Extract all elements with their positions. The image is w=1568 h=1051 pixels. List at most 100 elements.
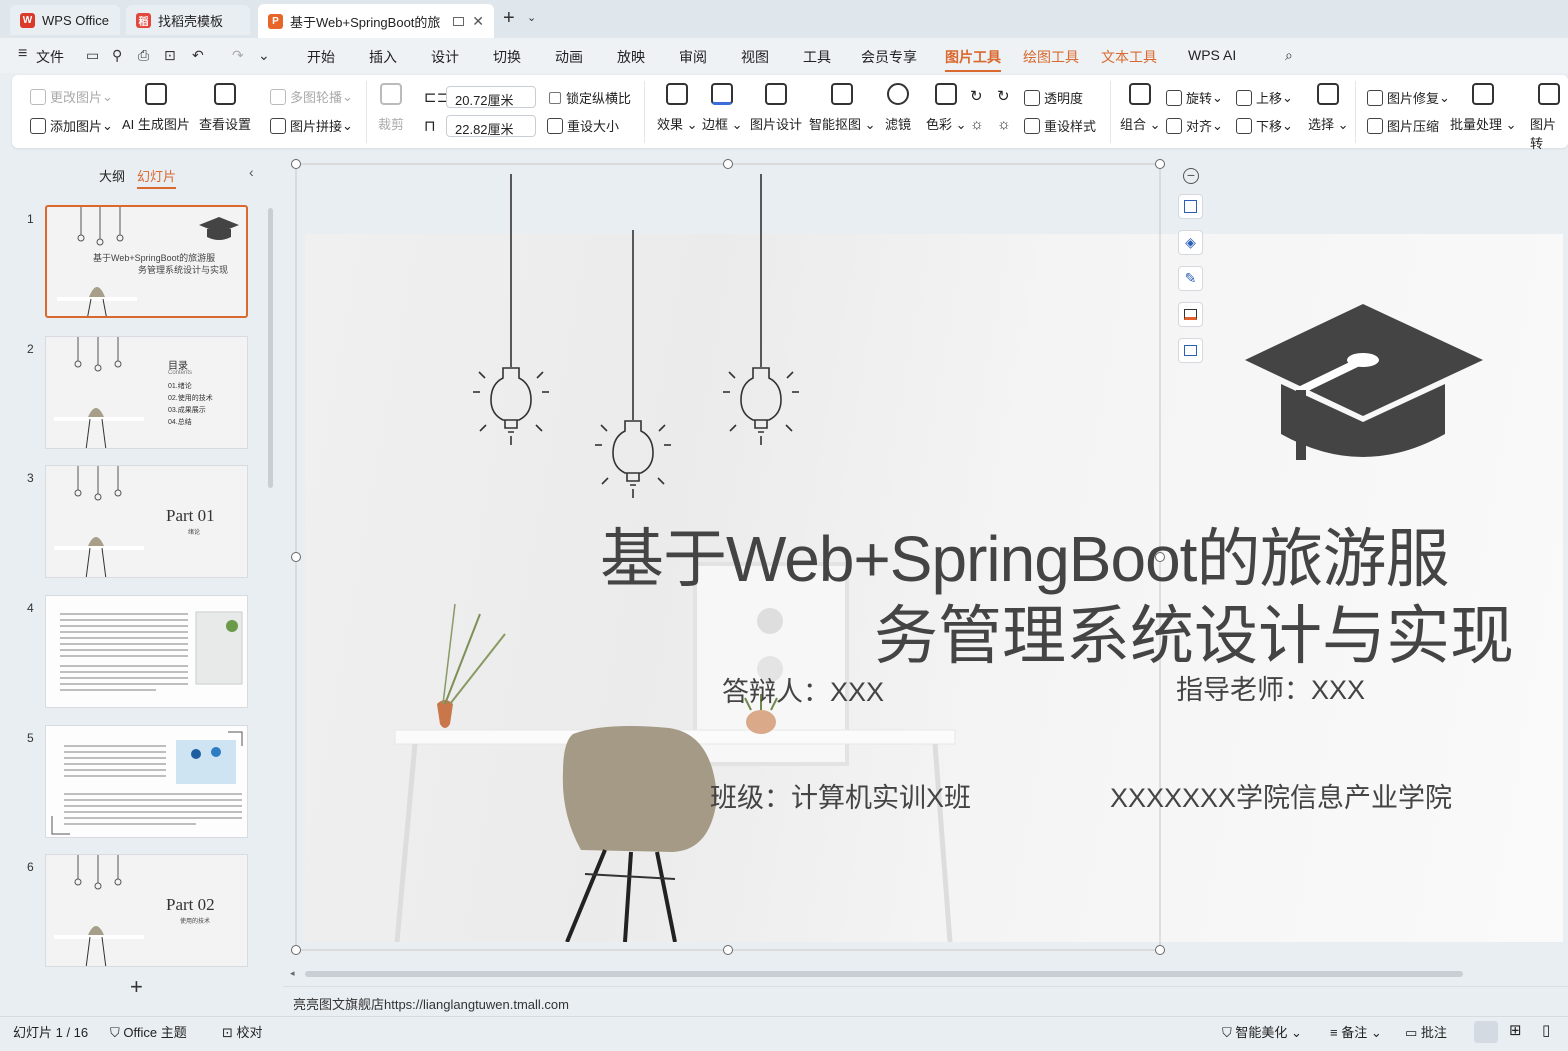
menu-item-5[interactable]: 放映 xyxy=(617,47,645,67)
zoom-out-icon[interactable]: − xyxy=(1183,168,1199,184)
more-chevron-icon[interactable]: ⌄ xyxy=(258,47,270,64)
smart-beautify-button[interactable]: ⛉ 智能美化 ⌄ xyxy=(1222,1022,1302,1041)
print-preview-icon[interactable]: ⊡ xyxy=(164,47,176,64)
view-settings-button[interactable]: 查看设置 xyxy=(199,83,251,133)
slide-thumbnail-5[interactable] xyxy=(45,725,248,838)
slide-thumbnail-1[interactable]: 基于Web+SpringBoot的旅游服 务管理系统设计与实现 xyxy=(45,205,248,318)
window-icon[interactable] xyxy=(453,16,464,26)
search-icon[interactable]: ⌕ xyxy=(1285,47,1293,64)
rotate-button[interactable]: 旋转 ⌄ xyxy=(1166,88,1223,107)
stitch-button[interactable]: 图片拼接 ⌄ xyxy=(270,116,353,135)
print-icon[interactable]: ⎙ xyxy=(138,47,149,64)
resize-handle[interactable] xyxy=(291,159,301,169)
resize-handle[interactable] xyxy=(1155,945,1165,955)
crop-button[interactable]: 裁剪 xyxy=(378,83,404,133)
menu-item-11[interactable]: 绘图工具 xyxy=(1023,47,1079,67)
menu-item-8[interactable]: 工具 xyxy=(803,47,831,67)
slide-thumbnail-4[interactable] xyxy=(45,595,248,708)
reset-style-button[interactable]: 重设样式 xyxy=(1024,116,1096,135)
menu-item-1[interactable]: 插入 xyxy=(369,47,397,67)
picture-compress-button[interactable]: 图片压缩 xyxy=(1367,116,1439,135)
menu-item-2[interactable]: 设计 xyxy=(431,47,459,67)
filter-button[interactable]: 滤镜 xyxy=(885,83,911,133)
contrast-up-icon[interactable]: ↻ xyxy=(997,87,1010,105)
smart-cutout-button[interactable]: 智能抠图 ⌄ xyxy=(809,83,876,133)
tab-current-document[interactable]: P 基于Web+SpringBoot的旅游 ✕ xyxy=(258,4,494,38)
menu-file[interactable]: 文件 xyxy=(36,47,64,67)
notes-area[interactable]: 亮亮图文旗舰店https://lianglangtuwen.tmall.com xyxy=(283,986,1568,1016)
collapse-panel-icon[interactable]: ‹ xyxy=(249,164,254,180)
horizontal-scrollbar[interactable] xyxy=(305,971,1463,977)
frame-float-button[interactable] xyxy=(1178,338,1203,363)
crop-float-button[interactable] xyxy=(1178,194,1203,219)
grid-view-icon[interactable]: ⊞ xyxy=(1509,1021,1522,1039)
tab-slides[interactable]: 幻灯片 xyxy=(137,166,177,189)
menu-item-0[interactable]: 开始 xyxy=(307,47,335,67)
presenter-text[interactable]: 答辩人：XXX xyxy=(722,670,884,709)
normal-view-icon[interactable] xyxy=(1474,1021,1498,1043)
menu-item-13[interactable]: WPS AI xyxy=(1188,47,1236,63)
resize-handle[interactable] xyxy=(291,552,301,562)
reset-size-button[interactable]: 重设大小 xyxy=(547,116,619,135)
menu-item-12[interactable]: 文本工具 xyxy=(1101,47,1157,67)
menu-item-3[interactable]: 切换 xyxy=(493,47,521,67)
group-button[interactable]: 组合 ⌄ xyxy=(1120,83,1161,133)
share-icon[interactable]: ⚲ xyxy=(112,47,122,64)
transparency-button[interactable]: 透明度 xyxy=(1024,88,1083,107)
notes-button[interactable]: ≡ 备注 ⌄ xyxy=(1330,1022,1382,1041)
save-icon[interactable]: ▭ xyxy=(86,47,99,64)
resize-handle[interactable] xyxy=(1155,159,1165,169)
slide-thumbnail-2[interactable]: 目录 Contents 01.绪论 02.使用的技术 03.成果展示 04.总结 xyxy=(45,336,248,449)
effects-button[interactable]: 效果 ⌄ xyxy=(657,83,698,133)
menu-item-6[interactable]: 审阅 xyxy=(679,47,707,67)
layers-float-button[interactable]: ◈ xyxy=(1178,230,1203,255)
brightness-up-icon[interactable]: ↻ xyxy=(970,87,983,105)
menu-item-10[interactable]: 图片工具 xyxy=(945,47,1001,72)
close-tab-icon[interactable]: ✕ xyxy=(472,13,484,30)
ai-generate-button[interactable]: AI 生成图片 xyxy=(122,83,190,133)
redo-icon[interactable]: ↷ xyxy=(232,47,244,64)
contrast-down-icon[interactable]: ☼ xyxy=(997,116,1011,133)
picture-design-button[interactable]: 图片设计 xyxy=(750,83,802,133)
picture-convert-button[interactable]: 图片转 xyxy=(1530,83,1568,152)
select-button[interactable]: 选择 ⌄ xyxy=(1308,83,1349,133)
undo-icon[interactable]: ↶ xyxy=(192,47,204,64)
bring-up-button[interactable]: 上移 ⌄ xyxy=(1236,88,1293,107)
panel-scrollbar[interactable] xyxy=(268,208,273,488)
batch-process-button[interactable]: 批量处理 ⌄ xyxy=(1450,83,1517,133)
height-input[interactable]: 22.82厘米 xyxy=(446,115,536,137)
add-picture-button[interactable]: 添加图片 ⌄ xyxy=(30,116,113,135)
proofread-button[interactable]: ⊡ 校对 xyxy=(222,1022,263,1041)
add-slide-icon[interactable]: + xyxy=(130,974,143,1000)
width-input[interactable]: 20.72厘米 xyxy=(446,86,536,108)
resize-handle[interactable] xyxy=(291,945,301,955)
tab-wps-office[interactable]: W WPS Office xyxy=(10,5,120,35)
menu-item-4[interactable]: 动画 xyxy=(555,47,583,67)
scroll-left-icon[interactable]: ◂ xyxy=(290,968,295,979)
brush-float-button[interactable]: ✎ xyxy=(1178,266,1203,291)
change-picture-button[interactable]: 更改图片 ⌄ xyxy=(30,87,113,106)
notes-text[interactable]: 亮亮图文旗舰店https://lianglangtuwen.tmall.com xyxy=(293,994,569,1013)
class-text[interactable]: 班级：计算机实训X班 xyxy=(710,776,971,815)
picture-repair-button[interactable]: 图片修复 ⌄ xyxy=(1367,88,1450,107)
new-tab-icon[interactable]: + xyxy=(503,7,515,30)
align-button[interactable]: 对齐 ⌄ xyxy=(1166,116,1223,135)
tab-list-chevron-icon[interactable]: ⌄ xyxy=(527,11,536,24)
comment-button[interactable]: ▭ 批注 xyxy=(1405,1022,1447,1041)
tab-template[interactable]: 稻 找稻壳模板 xyxy=(126,5,250,35)
slide-thumbnail-6[interactable]: Part 02 使用的技术 xyxy=(45,854,248,967)
slide-thumbnail-3[interactable]: Part 01 绪论 xyxy=(45,465,248,578)
reading-view-icon[interactable]: ▯ xyxy=(1542,1021,1550,1039)
border-button[interactable]: 边框 ⌄ xyxy=(702,83,743,133)
carousel-button[interactable]: 多图轮播 ⌄ xyxy=(270,87,353,106)
theme-button[interactable]: ⛉ Office 主题 xyxy=(110,1022,187,1041)
resize-handle[interactable] xyxy=(723,159,733,169)
brightness-down-icon[interactable]: ☼ xyxy=(970,116,984,133)
college-text[interactable]: XXXXXXX学院信息产业学院 xyxy=(1110,776,1452,815)
send-down-button[interactable]: 下移 ⌄ xyxy=(1236,116,1293,135)
advisor-text[interactable]: 指导老师：XXX xyxy=(1176,668,1365,707)
hamburger-icon[interactable]: ≡ xyxy=(18,45,27,63)
tab-outline[interactable]: 大纲 xyxy=(99,166,125,185)
fill-float-button[interactable] xyxy=(1178,302,1203,327)
slide-title-line2[interactable]: 务管理系统设计与实现 xyxy=(874,585,1514,677)
